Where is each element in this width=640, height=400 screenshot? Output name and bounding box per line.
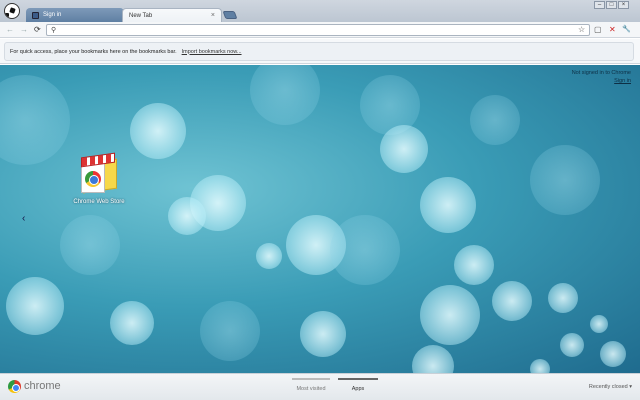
address-input[interactable]: [61, 26, 571, 35]
tab-most-visited[interactable]: Most visited: [292, 378, 330, 398]
background-bokeh: [6, 277, 64, 335]
background-bokeh: [380, 125, 428, 173]
profile-avatar-icon[interactable]: [4, 3, 20, 19]
sign-in-link[interactable]: Sign in: [572, 77, 631, 85]
background-bokeh: [130, 103, 186, 159]
bookmark-bar-promo: For quick access, place your bookmarks h…: [4, 42, 634, 61]
background-bokeh: [250, 65, 320, 125]
chrome-logo-icon: [8, 380, 21, 393]
page-menu-icon[interactable]: ▢: [594, 25, 602, 35]
tab-label: New Tab: [129, 12, 153, 19]
sign-in-promo: Not signed in to Chrome Sign in: [572, 69, 631, 85]
reload-button[interactable]: ⟳: [34, 25, 41, 35]
tab-sign-in[interactable]: Sign in: [26, 8, 124, 22]
background-bokeh: [590, 315, 608, 333]
background-bokeh: [0, 75, 70, 165]
recently-closed-menu[interactable]: Recently closed ▾: [589, 384, 632, 390]
background-bokeh: [548, 283, 578, 313]
back-button[interactable]: ←: [6, 25, 14, 35]
background-bokeh: [420, 285, 480, 345]
wrench-icon[interactable]: 🔧: [622, 25, 631, 35]
page-left-arrow[interactable]: ‹: [22, 213, 25, 224]
app-label: Chrome Web Store: [73, 199, 125, 205]
tab-strip: Sign in New Tab × – □ ×: [0, 0, 640, 22]
toolbar: ← → ⟳ ⚲ ☆ ▢ ✕ 🔧: [0, 22, 640, 38]
background-bokeh: [110, 301, 154, 345]
new-tab-button[interactable]: [222, 11, 238, 19]
sign-in-status: Not signed in to Chrome: [571, 70, 631, 76]
background-bokeh: [470, 95, 520, 145]
chrome-wordmark: chrome: [24, 380, 61, 392]
bookmark-bar-message: For quick access, place your bookmarks h…: [10, 48, 177, 55]
background-bokeh: [530, 145, 600, 215]
window-close-button[interactable]: ×: [618, 1, 629, 9]
background-bokeh: [454, 245, 494, 285]
background-bokeh: [530, 359, 550, 373]
close-icon[interactable]: ×: [211, 12, 215, 19]
tab-new-tab[interactable]: New Tab ×: [122, 8, 222, 22]
new-tab-page: Not signed in to Chrome Sign in ‹ Chrome…: [0, 65, 640, 373]
background-bokeh: [492, 281, 532, 321]
tab-apps[interactable]: Apps: [338, 378, 378, 398]
minimize-button[interactable]: –: [594, 1, 605, 9]
background-bokeh: [168, 197, 206, 235]
forward-button[interactable]: →: [20, 25, 28, 35]
search-icon: ⚲: [51, 27, 57, 34]
background-bokeh: [300, 311, 346, 357]
background-bokeh: [200, 301, 260, 361]
chrome-web-store-icon: [79, 152, 119, 195]
extension-icon[interactable]: ✕: [609, 25, 616, 35]
background-bokeh: [330, 215, 400, 285]
background-bokeh: [600, 341, 626, 367]
tab-label: Sign in: [43, 12, 62, 18]
favicon-icon: [32, 11, 39, 19]
background-bokeh: [420, 177, 476, 233]
import-bookmarks-link[interactable]: Import bookmarks now...: [182, 49, 242, 55]
app-tile-chrome-web-store[interactable]: Chrome Web Store: [64, 152, 134, 205]
background-bokeh: [256, 243, 282, 269]
background-bokeh: [560, 333, 584, 357]
omnibox[interactable]: ⚲: [46, 24, 590, 36]
background-bokeh: [412, 345, 454, 373]
bookmark-bar: For quick access, place your bookmarks h…: [0, 39, 640, 64]
background-bokeh: [60, 215, 120, 275]
bookmark-star-icon[interactable]: ☆: [578, 25, 585, 34]
ntp-footer: chrome Most visited Apps Recently closed…: [0, 373, 640, 400]
maximize-button[interactable]: □: [606, 1, 617, 9]
